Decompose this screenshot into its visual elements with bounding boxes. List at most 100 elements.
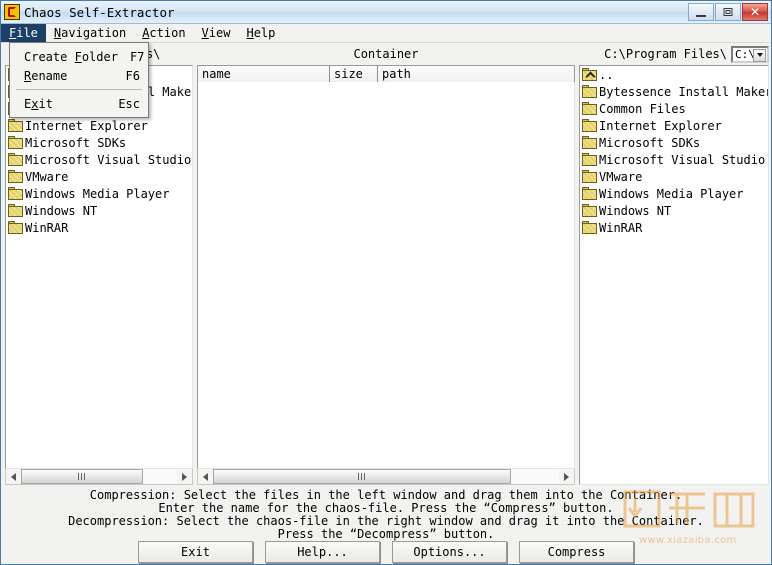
help-button[interactable]: Help... xyxy=(265,541,380,563)
close-icon: ✕ xyxy=(750,6,760,18)
folder-icon xyxy=(582,170,598,183)
folder-icon xyxy=(8,204,24,217)
grip-icon xyxy=(358,473,365,480)
right-panel-header: C:\Program Files\ C:\ xyxy=(579,43,769,65)
window-controls: ✕ xyxy=(688,3,768,21)
menu-help[interactable]: Help xyxy=(238,24,283,42)
maximize-icon xyxy=(724,8,733,16)
folder-icon xyxy=(582,119,598,132)
scroll-left-arrow-icon[interactable] xyxy=(198,469,213,484)
chevron-down-icon[interactable] xyxy=(753,49,766,62)
container-title: Container xyxy=(197,43,575,65)
scroll-right-arrow-icon[interactable] xyxy=(177,469,192,484)
list-item[interactable]: .. xyxy=(580,66,768,83)
folder-icon xyxy=(582,221,598,234)
list-item[interactable]: WinRAR xyxy=(6,219,192,236)
file-name: Common Files xyxy=(599,102,686,116)
folder-icon xyxy=(582,136,598,149)
column-size[interactable]: size xyxy=(330,66,378,82)
scroll-left-arrow-icon[interactable] xyxy=(6,469,21,484)
column-path[interactable]: path xyxy=(378,66,574,82)
menu-bar: File Navigation Action View Help xyxy=(1,24,771,43)
exit-button[interactable]: Exit xyxy=(138,541,253,563)
main-window: Chaos Self-Extractor ✕ File Navigation A… xyxy=(0,0,772,565)
folder-icon xyxy=(8,187,24,200)
list-item[interactable]: Windows NT xyxy=(580,202,768,219)
list-item[interactable]: Windows Media Player xyxy=(580,185,768,202)
menu-item-exit[interactable]: Exit Esc xyxy=(10,94,148,113)
menu-item-label: Rename xyxy=(24,69,114,83)
menu-navigation[interactable]: Navigation xyxy=(46,24,134,42)
list-item[interactable]: Microsoft SDKs xyxy=(580,134,768,151)
list-item[interactable]: Windows NT xyxy=(6,202,192,219)
right-file-list[interactable]: .. Bytessence Install Maker Common Files… xyxy=(579,65,769,485)
folder-icon xyxy=(582,204,598,217)
file-menu-dropdown: Create Folder F7 Rename F6 Exit Esc xyxy=(9,42,149,118)
menu-file[interactable]: File xyxy=(1,24,46,42)
menu-action[interactable]: Action xyxy=(134,24,193,42)
left-file-list[interactable]: .. Bytessence Install Maker Common Files… xyxy=(5,65,193,469)
menu-separator xyxy=(16,89,142,90)
folder-icon xyxy=(8,221,24,234)
scroll-thumb[interactable] xyxy=(213,469,511,484)
minimize-icon xyxy=(696,15,706,17)
list-item[interactable]: Windows Media Player xyxy=(6,185,192,202)
list-item[interactable]: Bytessence Install Maker xyxy=(580,83,768,100)
list-item[interactable]: Microsoft Visual Studio 9.0 xyxy=(6,151,192,168)
file-name: Windows Media Player xyxy=(599,187,744,201)
folder-icon xyxy=(8,153,24,166)
scroll-track[interactable] xyxy=(213,469,559,484)
folder-icon xyxy=(582,153,598,166)
left-panel-hscrollbar[interactable] xyxy=(5,469,193,485)
maximize-button[interactable] xyxy=(715,3,741,21)
compress-button[interactable]: Compress xyxy=(519,541,634,563)
options-button[interactable]: Options... xyxy=(392,541,507,563)
file-name: WinRAR xyxy=(25,221,68,235)
scroll-thumb[interactable] xyxy=(21,469,143,484)
list-item[interactable]: Internet Explorer xyxy=(6,117,192,134)
file-name: VMware xyxy=(25,170,68,184)
action-button-row: Exit Help... Options... Compress xyxy=(1,541,771,565)
menu-item-rename[interactable]: Rename F6 xyxy=(10,66,148,85)
menu-item-shortcut: F7 xyxy=(118,50,144,64)
menu-view[interactable]: View xyxy=(194,24,239,42)
container-hscrollbar[interactable] xyxy=(197,469,575,485)
list-item[interactable]: VMware xyxy=(6,168,192,185)
scroll-track[interactable] xyxy=(21,469,177,484)
container-panel: Container name size path xyxy=(197,43,575,485)
instructions-line-4: Press the “Decompress” button. xyxy=(1,528,771,541)
list-item[interactable]: Common Files xyxy=(580,100,768,117)
chaos-app-icon xyxy=(4,4,20,20)
list-item[interactable]: Internet Explorer xyxy=(580,117,768,134)
menu-item-label: Create Folder xyxy=(24,50,118,64)
scroll-right-arrow-icon[interactable] xyxy=(559,469,574,484)
folder-icon xyxy=(582,187,598,200)
close-button[interactable]: ✕ xyxy=(742,3,768,21)
file-name: Windows NT xyxy=(599,204,671,218)
file-name: Microsoft Visual Studio 9.0 xyxy=(599,153,769,167)
container-file-list[interactable] xyxy=(197,82,575,469)
menu-item-create-folder[interactable]: Create Folder F7 xyxy=(10,47,148,66)
menu-item-label: Exit xyxy=(24,97,106,111)
file-name: Microsoft Visual Studio 9.0 xyxy=(25,153,193,167)
container-column-header: name size path xyxy=(197,65,575,82)
list-item[interactable]: Microsoft Visual Studio 9.0 xyxy=(580,151,768,168)
right-file-panel: C:\Program Files\ C:\ .. Bytessence Inst… xyxy=(579,43,769,485)
content-area: C:\Program Files\ .. Bytessence Install … xyxy=(1,43,771,564)
list-item[interactable]: VMware xyxy=(580,168,768,185)
file-name: VMware xyxy=(599,170,642,184)
column-name[interactable]: name xyxy=(198,66,330,82)
file-name: Microsoft SDKs xyxy=(599,136,700,150)
file-name: Internet Explorer xyxy=(599,119,722,133)
folder-icon xyxy=(8,119,24,132)
folder-icon xyxy=(8,170,24,183)
list-item[interactable]: WinRAR xyxy=(580,219,768,236)
file-name: Microsoft SDKs xyxy=(25,136,126,150)
window-title: Chaos Self-Extractor xyxy=(24,5,175,20)
list-item[interactable]: Microsoft SDKs xyxy=(6,134,192,151)
instructions-block: Compression: Select the files in the lef… xyxy=(1,489,771,541)
file-name: .. xyxy=(599,68,613,82)
drive-select-value: C:\ xyxy=(735,48,755,61)
drive-select[interactable]: C:\ xyxy=(731,46,769,63)
minimize-button[interactable] xyxy=(688,3,714,21)
